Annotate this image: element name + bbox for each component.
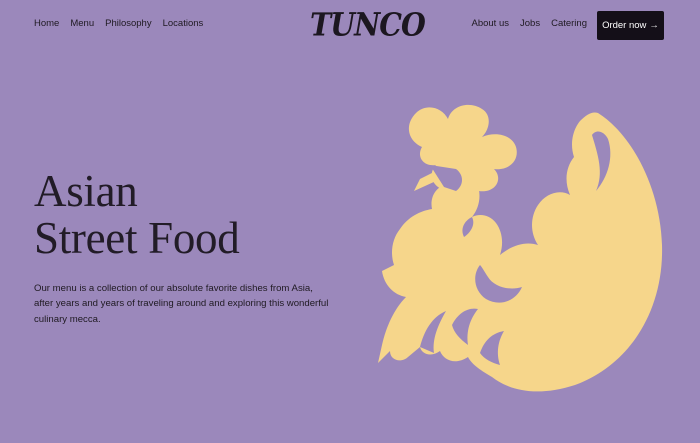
order-now-label: Order now <box>602 20 647 31</box>
primary-nav: Home Menu Philosophy Locations <box>34 18 203 29</box>
nav-home-link[interactable]: Home <box>34 18 59 29</box>
hero-title-line-2: Street Food <box>34 213 240 263</box>
nav-philosophy-link[interactable]: Philosophy <box>105 18 151 29</box>
secondary-nav: About us Jobs Catering <box>472 18 588 29</box>
hero-title: Asian Street Food <box>34 166 240 263</box>
nav-menu-link[interactable]: Menu <box>70 18 94 29</box>
arrow-right-icon: → <box>649 20 659 31</box>
logo-text: TUNCO <box>310 6 426 44</box>
order-now-button[interactable]: Order now → <box>597 11 664 40</box>
nav-catering-link[interactable]: Catering <box>551 18 587 29</box>
tunco-logo[interactable]: TUNCO <box>310 7 426 43</box>
nav-locations-link[interactable]: Locations <box>163 18 204 29</box>
hero-description: Our menu is a collection of our absolute… <box>34 283 329 325</box>
nav-about-link[interactable]: About us <box>472 18 510 29</box>
rooster-illustration <box>378 104 663 392</box>
nav-jobs-link[interactable]: Jobs <box>520 18 540 29</box>
hero-title-line-1: Asian <box>34 166 138 216</box>
